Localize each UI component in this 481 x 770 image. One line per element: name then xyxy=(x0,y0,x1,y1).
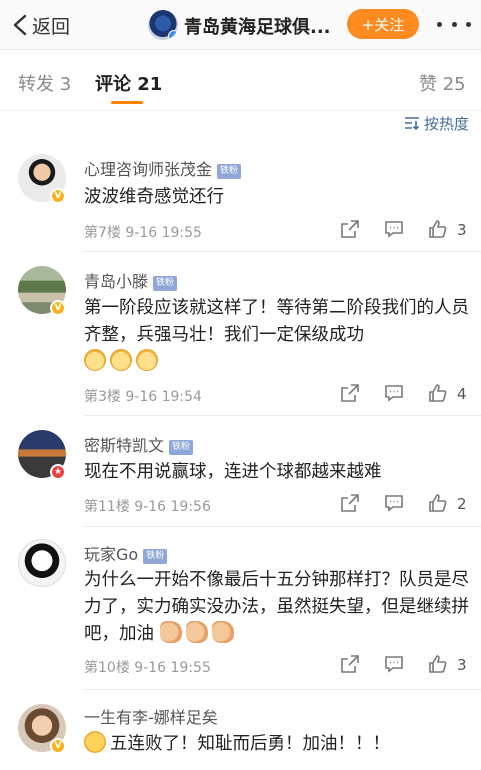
comment-username[interactable]: 玩家Go 铁粉 xyxy=(84,541,168,565)
divider xyxy=(84,251,481,252)
emoji-icon xyxy=(84,731,106,753)
comment-actions: 2 xyxy=(319,492,469,516)
comment-username[interactable]: 心理咨询师张茂金 铁粉 xyxy=(84,156,242,180)
share-icon[interactable] xyxy=(339,653,363,677)
like-count: 4 xyxy=(457,385,467,403)
thumbs-up-emoji-icon xyxy=(211,621,234,643)
divider xyxy=(84,526,481,527)
comment-text: 波波维奇感觉还行 xyxy=(84,187,224,207)
divider xyxy=(84,415,481,416)
comment-username[interactable]: 密斯特凯文 铁粉 xyxy=(84,432,194,456)
comment-text: 现在不用说赢球，连进个球都越来越难 xyxy=(84,462,382,482)
back-label: 返回 xyxy=(32,15,71,38)
like-count: 3 xyxy=(457,221,467,239)
comment-text: 为什么一开始不像最后十五分钟那样打？队员是尽力了，实力确实没办法，虽然挺失望，但… xyxy=(84,570,469,644)
like-icon[interactable] xyxy=(427,653,451,677)
fan-badge: 铁粉 xyxy=(169,440,194,455)
verified-icon: V xyxy=(50,188,66,204)
fan-badge: 铁粉 xyxy=(153,276,178,291)
follow-button[interactable]: +关注 xyxy=(347,9,419,39)
comment-meta: 第11楼 9-16 19:56 xyxy=(84,499,211,515)
comment-text: 第一阶段应该就这样了！等待第二阶段我们的人员齐整，兵强马壮！我们一定保级成功 xyxy=(84,295,469,376)
chevron-left-icon xyxy=(13,14,27,36)
fan-badge: 铁粉 xyxy=(217,164,242,179)
comment-meta: 第3楼 9-16 19:54 xyxy=(84,389,202,405)
top-nav-bar: 返回 青岛黄海足球俱... +关注 xyxy=(0,0,481,50)
comment-meta: 第7楼 9-16 19:55 xyxy=(84,225,202,241)
verified-icon: V xyxy=(50,738,66,754)
sort-by-hot-button[interactable]: 按热度 xyxy=(404,112,469,134)
comment-actions: 4 xyxy=(319,382,469,406)
fan-badge: 铁粉 xyxy=(143,549,168,564)
reply-icon[interactable] xyxy=(383,653,407,677)
like-count: 2 xyxy=(457,495,467,513)
active-tab-indicator xyxy=(111,101,143,104)
like-icon[interactable] xyxy=(427,492,451,516)
back-button[interactable]: 返回 xyxy=(12,12,70,38)
comment-actions: 3 xyxy=(319,218,469,242)
comment-username[interactable]: 青岛小滕 铁粉 xyxy=(84,268,178,292)
reply-icon[interactable] xyxy=(383,218,407,242)
tab-reposts[interactable]: 转发 3 xyxy=(18,70,71,96)
comment-username[interactable]: 一生有李-娜样足矣 xyxy=(84,704,218,728)
verified-icon xyxy=(168,30,178,40)
tab-bar: 转发 3 评论 21 赞 25 xyxy=(0,51,481,111)
comment-actions: 3 xyxy=(319,653,469,677)
reply-icon[interactable] xyxy=(383,382,407,406)
emoji-icon xyxy=(84,349,106,371)
comment-meta: 第10楼 9-16 19:55 xyxy=(84,660,211,676)
more-icon[interactable] xyxy=(437,12,471,36)
emoji-icon xyxy=(110,349,132,371)
comment-text: 五连败了！知耻而后勇！加油！！！ xyxy=(84,731,469,758)
reply-icon[interactable] xyxy=(383,492,407,516)
like-icon[interactable] xyxy=(427,218,451,242)
sort-icon xyxy=(404,117,420,130)
share-icon[interactable] xyxy=(339,492,363,516)
emoji-icon xyxy=(136,349,158,371)
account-avatar[interactable] xyxy=(148,10,178,40)
avatar[interactable] xyxy=(18,539,66,587)
tab-likes[interactable]: 赞 25 xyxy=(419,70,466,96)
sort-label: 按热度 xyxy=(423,114,469,133)
divider xyxy=(84,689,481,690)
tab-comments[interactable]: 评论 21 xyxy=(95,70,162,96)
account-title[interactable]: 青岛黄海足球俱... xyxy=(184,13,342,39)
thumbs-up-emoji-icon xyxy=(159,621,182,643)
like-count: 3 xyxy=(457,656,467,674)
thumbs-up-emoji-icon xyxy=(185,621,208,643)
like-icon[interactable] xyxy=(427,382,451,406)
share-icon[interactable] xyxy=(339,218,363,242)
share-icon[interactable] xyxy=(339,382,363,406)
verified-icon: V xyxy=(50,300,66,316)
member-badge-icon: ★ xyxy=(50,464,66,480)
